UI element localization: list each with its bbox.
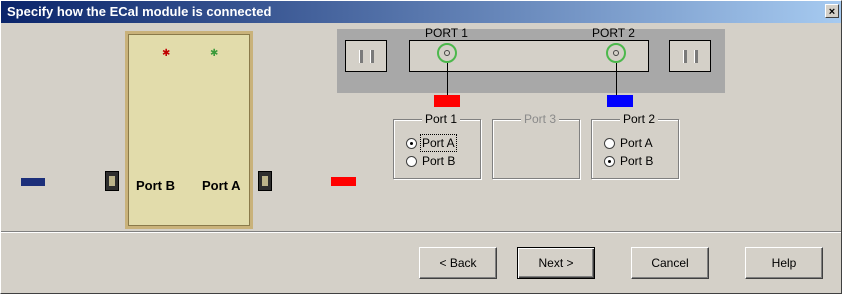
option-label: Port A [620,136,653,150]
analyzer-port-2-icon [606,43,626,63]
back-button[interactable]: < Back [419,247,497,279]
port-2-option-port-a[interactable]: Port A [604,136,653,150]
port-1-group-title: Port 1 [422,112,461,126]
ecal-module: ✱ ✱ Port B Port A [125,31,253,229]
option-label: Port A [420,134,457,152]
port-2-cable-line [616,63,617,95]
port-3-group: Port 3 [492,112,580,179]
right-panel-slot [669,40,711,72]
port-1-color-swatch [434,95,460,107]
button-separator [1,231,841,233]
analyzer-port-2-label: PORT 2 [592,26,635,40]
next-button[interactable]: Next > [517,247,595,279]
window-title: Specify how the ECal module is connected [7,4,272,19]
help-button[interactable]: Help [745,247,823,279]
port-a-cable-stub [331,177,356,186]
port-1-cable-line [447,63,448,95]
left-panel-slot [345,40,387,72]
analyzer-port-1-icon [437,43,457,63]
port-b-cable-stub [21,178,45,186]
green-led-icon: ✱ [210,48,219,59]
port-2-group: Port 2 Port A Port B [591,112,679,179]
module-port-b-label: Port B [136,178,175,193]
radio-icon[interactable] [406,155,417,167]
analyzer-port-1-label: PORT 1 [425,26,468,40]
port-2-option-port-b[interactable]: Port B [604,154,653,168]
title-bar: Specify how the ECal module is connected… [1,1,841,23]
cancel-button[interactable]: Cancel [631,247,709,279]
radio-icon[interactable] [406,137,417,149]
port-b-connector-icon [105,171,119,191]
red-led-icon: ✱ [162,48,171,59]
port-1-group: Port 1 Port A Port B [393,112,481,179]
radio-icon[interactable] [604,137,615,149]
port-3-group-title: Port 3 [521,112,560,126]
network-analyzer-panel: PORT 1 PORT 2 [337,26,725,93]
port-2-group-title: Port 2 [620,112,659,126]
port-1-option-port-a[interactable]: Port A [406,134,457,152]
radio-icon[interactable] [604,155,615,167]
port-a-connector-icon [258,171,272,191]
close-icon[interactable]: × [825,4,839,18]
port-1-option-port-b[interactable]: Port B [406,154,455,168]
port-2-color-swatch [607,95,633,107]
ecal-connection-dialog: Specify how the ECal module is connected… [0,0,842,294]
option-label: Port B [422,154,456,168]
option-label: Port B [620,154,654,168]
module-port-a-label: Port A [202,178,241,193]
